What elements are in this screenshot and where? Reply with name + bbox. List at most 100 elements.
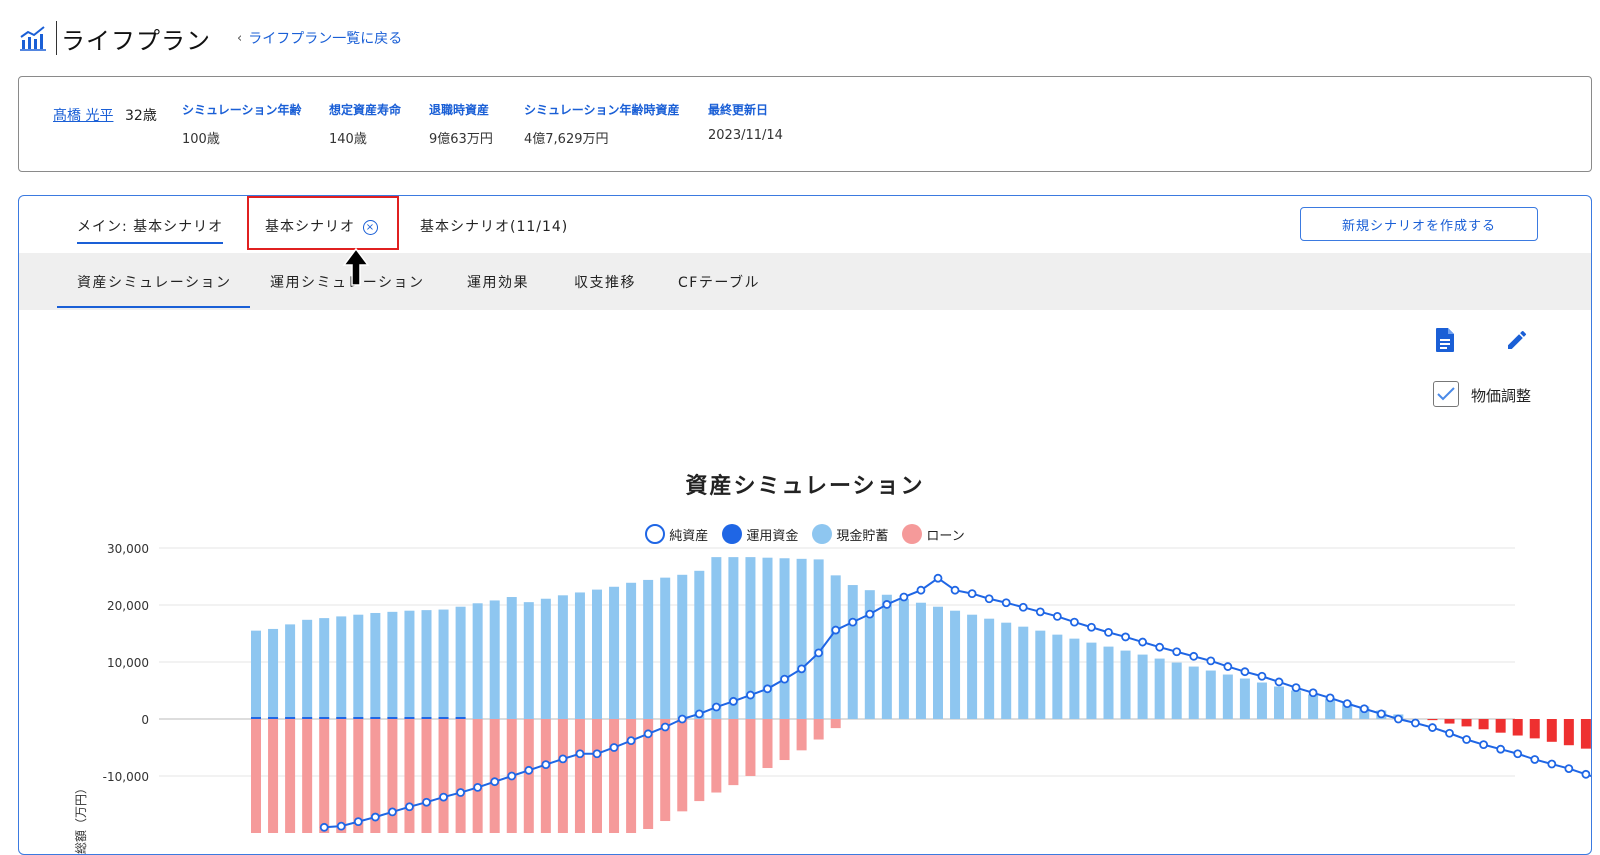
net-asset-point[interactable] xyxy=(1393,714,1403,724)
bar-cash[interactable] xyxy=(881,594,892,719)
net-asset-point[interactable] xyxy=(763,684,772,694)
net-asset-point[interactable] xyxy=(1223,662,1233,671)
bar-loan[interactable] xyxy=(1580,719,1591,749)
net-asset-point[interactable] xyxy=(541,760,551,770)
net-asset-point[interactable] xyxy=(1155,642,1165,652)
bar-loan[interactable] xyxy=(1444,719,1455,724)
bar-cash[interactable] xyxy=(762,557,773,719)
bar-cash[interactable] xyxy=(251,630,261,719)
net-asset-point[interactable] xyxy=(984,594,994,604)
bar-cash[interactable] xyxy=(438,609,449,719)
bar-loan[interactable] xyxy=(285,719,296,833)
net-asset-point[interactable] xyxy=(490,777,500,787)
net-asset-point[interactable] xyxy=(507,771,517,781)
net-asset-point[interactable] xyxy=(660,722,670,732)
bar-cash[interactable] xyxy=(779,558,790,719)
bar-loan[interactable] xyxy=(711,719,722,793)
bar-loan[interactable] xyxy=(1495,719,1506,733)
bar-loan[interactable] xyxy=(472,719,483,833)
tab-main-scenario[interactable]: メイン: 基本シナリオ xyxy=(77,216,224,244)
net-asset-point[interactable] xyxy=(1479,740,1488,750)
tab-income-expense[interactable]: 収支推移 xyxy=(574,272,636,292)
net-asset-point[interactable] xyxy=(916,585,926,595)
bar-investment[interactable] xyxy=(438,717,449,719)
bar-investment[interactable] xyxy=(387,717,398,719)
bar-cash[interactable] xyxy=(455,606,466,719)
bar-loan[interactable] xyxy=(779,719,790,761)
tab-asset-simulation[interactable]: 資産シミュレーション xyxy=(77,272,231,292)
net-asset-point[interactable] xyxy=(711,702,721,712)
bar-cash[interactable] xyxy=(677,574,688,719)
bar-cash[interactable] xyxy=(1256,682,1267,719)
bar-investment[interactable] xyxy=(251,717,261,719)
bar-cash[interactable] xyxy=(1154,658,1165,719)
bar-cash[interactable] xyxy=(1052,634,1063,719)
net-asset-point[interactable] xyxy=(1189,651,1199,661)
bar-cash[interactable] xyxy=(1137,654,1148,719)
net-asset-point[interactable] xyxy=(1172,647,1182,657)
net-asset-point[interactable] xyxy=(1581,769,1591,779)
close-circle-icon[interactable]: × xyxy=(363,219,378,235)
net-asset-point[interactable] xyxy=(797,664,806,674)
net-asset-point[interactable] xyxy=(1274,677,1284,687)
bar-cash[interactable] xyxy=(1120,650,1131,719)
net-asset-point[interactable] xyxy=(1104,627,1113,637)
bar-loan[interactable] xyxy=(574,719,585,833)
bar-cash[interactable] xyxy=(915,602,926,719)
bar-loan[interactable] xyxy=(404,719,415,833)
bar-loan[interactable] xyxy=(1563,719,1574,746)
bar-cash[interactable] xyxy=(1018,626,1029,719)
bar-loan[interactable] xyxy=(626,719,637,833)
bar-cash[interactable] xyxy=(967,614,978,719)
bar-loan[interactable] xyxy=(830,719,841,729)
bar-cash[interactable] xyxy=(1103,646,1114,719)
bar-cash[interactable] xyxy=(1171,662,1182,719)
bar-cash[interactable] xyxy=(336,616,347,719)
bar-cash[interactable] xyxy=(728,557,739,719)
net-asset-point[interactable] xyxy=(1257,671,1267,681)
bar-loan[interactable] xyxy=(796,719,807,751)
net-asset-point[interactable] xyxy=(848,617,858,627)
bar-cash[interactable] xyxy=(847,585,858,719)
bar-loan[interactable] xyxy=(1546,719,1557,742)
net-asset-point[interactable] xyxy=(780,674,789,684)
bar-investment[interactable] xyxy=(353,717,364,719)
bar-cash[interactable] xyxy=(1239,678,1250,719)
bar-cash[interactable] xyxy=(557,595,568,719)
net-asset-point[interactable] xyxy=(336,821,346,831)
net-asset-point[interactable] xyxy=(729,696,738,706)
bar-loan[interactable] xyxy=(268,719,279,833)
bar-cash[interactable] xyxy=(1205,670,1216,719)
back-to-list-link[interactable]: ‹ ライフプラン一覧に戻る xyxy=(237,28,402,48)
bar-loan[interactable] xyxy=(540,719,551,833)
net-asset-point[interactable] xyxy=(319,822,329,832)
bar-investment[interactable] xyxy=(319,717,330,719)
net-asset-point[interactable] xyxy=(353,817,363,827)
net-asset-point[interactable] xyxy=(1121,632,1130,642)
bar-cash[interactable] xyxy=(1188,666,1199,719)
bar-loan[interactable] xyxy=(660,719,671,822)
net-asset-point[interactable] xyxy=(1530,755,1540,764)
bar-loan[interactable] xyxy=(677,719,688,812)
bar-loan[interactable] xyxy=(489,719,500,833)
net-asset-point[interactable] xyxy=(1325,693,1335,703)
bar-cash[interactable] xyxy=(1086,642,1097,719)
bar-loan[interactable] xyxy=(1512,719,1523,736)
net-asset-point[interactable] xyxy=(899,592,909,602)
bar-cash[interactable] xyxy=(1001,622,1012,719)
bar-cash[interactable] xyxy=(933,606,943,719)
net-asset-point[interactable] xyxy=(1240,667,1250,677)
net-asset-point[interactable] xyxy=(1001,598,1011,608)
bar-loan[interactable] xyxy=(319,719,330,833)
bar-cash[interactable] xyxy=(404,610,415,719)
net-asset-point[interactable] xyxy=(524,765,534,775)
net-asset-point[interactable] xyxy=(831,625,841,635)
net-asset-point[interactable] xyxy=(575,749,585,759)
tab-investment-effect[interactable]: 運用効果 xyxy=(467,272,529,292)
net-asset-point[interactable] xyxy=(558,754,568,764)
bar-cash[interactable] xyxy=(592,589,602,719)
bar-cash[interactable] xyxy=(626,582,637,719)
bar-loan[interactable] xyxy=(302,719,313,833)
new-scenario-button[interactable]: 新規シナリオを作成する xyxy=(1300,207,1538,241)
bar-cash[interactable] xyxy=(711,557,722,719)
